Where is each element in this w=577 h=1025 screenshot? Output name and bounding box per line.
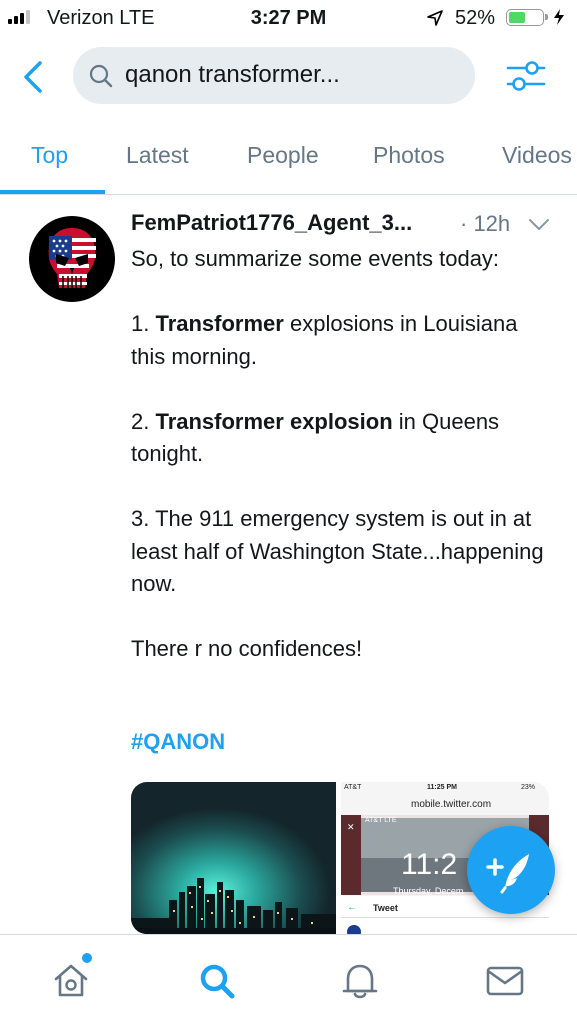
tweet-menu-button[interactable] [528,218,550,237]
tweet-text: So, to summarize some events today: 1. T… [131,246,544,661]
tab-people[interactable]: People [247,142,319,169]
new-content-dot [82,953,92,963]
tweet-hashtag[interactable]: #QANON [131,729,225,755]
active-tab-indicator [0,190,105,194]
nav-explore[interactable] [197,961,237,1006]
nav-home[interactable] [52,961,90,1004]
bell-icon [342,964,378,999]
battery-icon [506,9,548,26]
chevron-left-icon [24,61,42,93]
home-icon [54,964,88,997]
tab-photos[interactable]: Photos [373,142,445,169]
tweet-author-name[interactable]: FemPatriot1776_Agent_3... [131,210,412,236]
avatar[interactable] [29,216,115,302]
compose-tweet-button[interactable] [467,826,555,914]
tab-top[interactable]: Top [31,142,68,169]
search-icon [88,63,114,94]
battery-percent: 52% [455,7,496,29]
filter-button[interactable] [506,58,546,99]
nav-notifications[interactable] [340,961,380,1006]
search-icon [200,964,235,999]
search-tabs: Top Latest People Photos Videos [0,130,577,195]
status-bar: Verizon LTE 3:27 PM 52% [0,0,577,38]
filter-sliders-icon [506,61,546,91]
search-query[interactable]: qanon transformer... [125,61,340,89]
tab-latest[interactable]: Latest [126,142,189,169]
charging-bolt-icon [553,8,565,31]
back-button[interactable] [20,60,48,99]
bottom-tab-bar [0,934,577,1025]
location-arrow-icon [426,9,444,32]
mail-icon [486,966,524,996]
chevron-down-icon [529,219,549,230]
search-bar[interactable]: qanon transformer... [73,47,475,104]
tweet-timestamp: · 12h [460,211,511,236]
tweet-photo-skyline[interactable] [131,782,336,934]
nav-messages[interactable] [485,961,525,1006]
compose-tweet-icon [486,854,529,894]
tab-videos[interactable]: Videos [502,142,572,169]
